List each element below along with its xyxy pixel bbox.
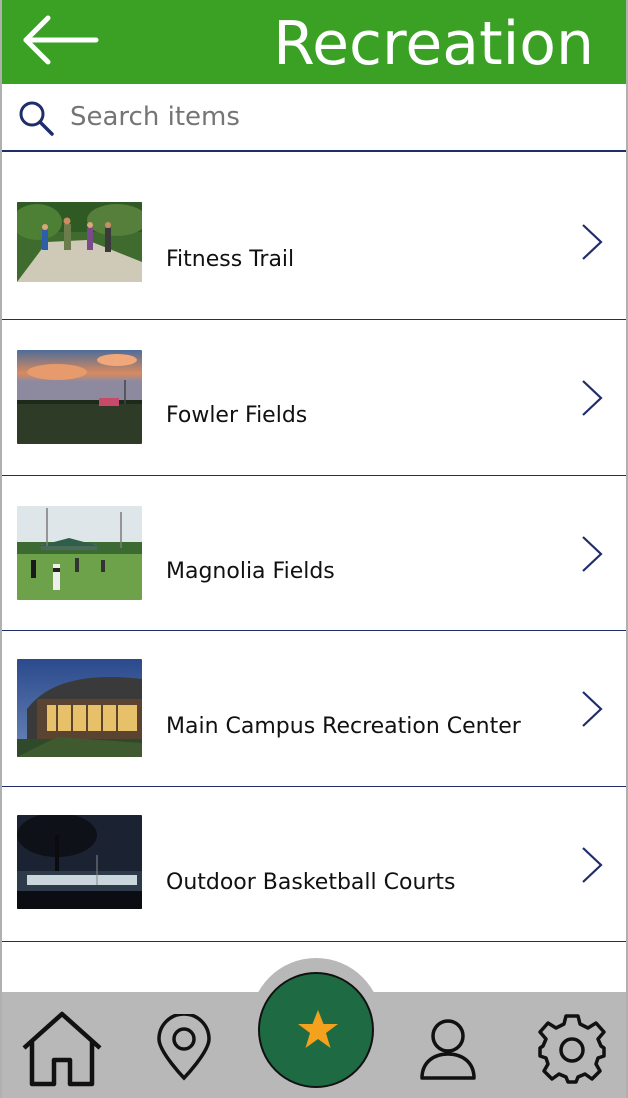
chevron-right-icon [582, 691, 603, 727]
list-item-label: Fowler Fields [166, 403, 308, 428]
sunset-field-photo [17, 350, 142, 444]
list-item-label: Main Campus Recreation Center [166, 714, 521, 739]
recreation-screen: Recreation Search items Fitness Trail Fo… [0, 0, 628, 1098]
chevron-right-icon [582, 535, 603, 572]
soccer-field-photo [17, 505, 142, 600]
list-item-label: Outdoor Basketball Courts [166, 869, 456, 895]
back-button[interactable] [20, 12, 100, 68]
list-item[interactable]: Magnolia Fields [2, 475, 626, 631]
chevron-right-icon [582, 224, 603, 260]
list-item[interactable]: Fitness Trail [2, 152, 626, 320]
app-header: Recreation [2, 0, 626, 84]
map-pin-icon[interactable] [154, 1014, 214, 1082]
list-item-label: Magnolia Fields [166, 558, 335, 584]
favorites-button[interactable] [258, 972, 374, 1088]
user-icon[interactable] [418, 1016, 478, 1082]
home-icon[interactable] [18, 1008, 106, 1088]
night-courts-photo [17, 814, 142, 909]
list-item-label: Fitness Trail [166, 247, 295, 272]
page-title: Recreation [273, 9, 594, 79]
gear-icon[interactable] [538, 1012, 606, 1084]
recreation-list: Fitness Trail Fowler Fields Magnolia Fie… [2, 152, 626, 992]
list-item[interactable]: Fowler Fields [2, 320, 626, 476]
arrow-left-icon [23, 15, 99, 65]
search-icon [19, 101, 54, 136]
recreation-building-photo [17, 659, 142, 757]
runners-on-trail-photo [17, 202, 142, 282]
list-item[interactable]: Outdoor Basketball Courts [2, 786, 626, 942]
chevron-right-icon [582, 846, 603, 883]
list-item[interactable]: Main Campus Recreation Center [2, 631, 626, 787]
search-bar [2, 84, 626, 152]
search-input[interactable] [70, 94, 590, 140]
chevron-right-icon [582, 380, 603, 416]
star-icon [298, 1010, 338, 1048]
